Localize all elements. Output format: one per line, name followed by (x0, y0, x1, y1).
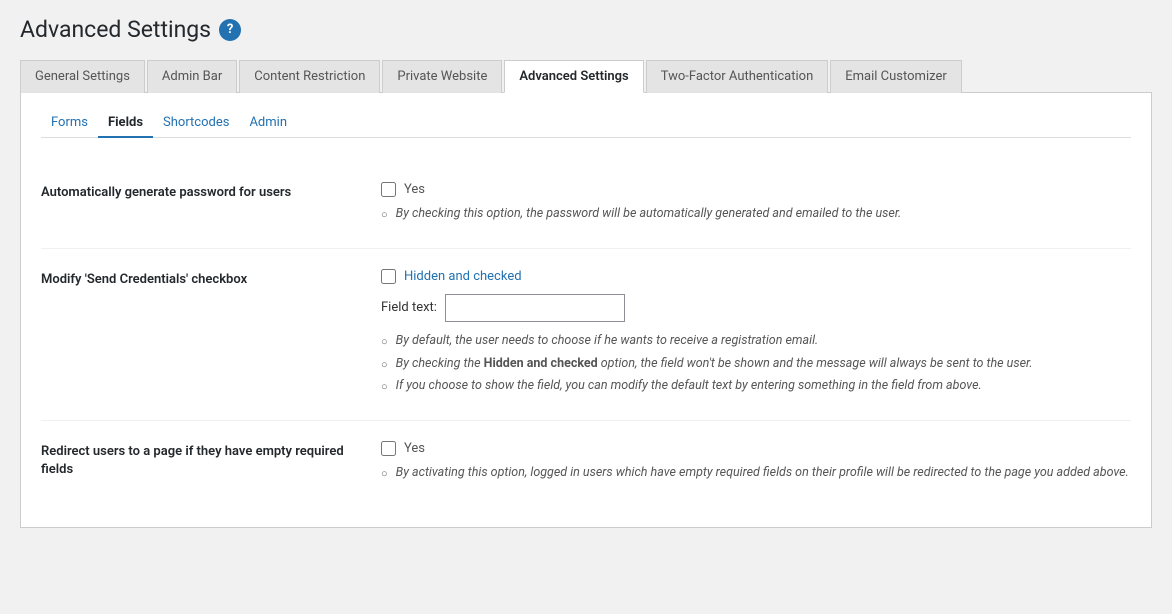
field-text-label-send-credentials: Field text: (381, 300, 437, 315)
checkbox-label-send-credentials: Hidden and checked (404, 269, 522, 284)
field-text-row-send-credentials: Field text: (381, 294, 1131, 322)
sub-tab-forms[interactable]: Forms (41, 109, 98, 138)
bullet-item: By checking this option, the password wi… (381, 205, 1131, 224)
checkbox-row-send-credentials: Hidden and checked (381, 269, 1131, 284)
field-text-input-send-credentials[interactable] (445, 294, 625, 322)
bullet-list-send-credentials: By default, the user needs to choose if … (381, 332, 1131, 396)
row-label-send-credentials: Modify 'Send Credentials' checkbox (41, 269, 361, 289)
top-tab-private-website[interactable]: Private Website (382, 60, 502, 93)
top-tab-admin-bar[interactable]: Admin Bar (147, 60, 237, 93)
bullet-list-auto-password: By checking this option, the password wi… (381, 205, 1131, 224)
row-content-auto-password: Yes By checking this option, the password… (381, 182, 1131, 228)
top-tab-general-settings[interactable]: General Settings (20, 60, 145, 93)
sub-tab-fields[interactable]: Fields (98, 109, 153, 138)
top-tab-content-restriction[interactable]: Content Restriction (239, 60, 380, 93)
checkbox-label-auto-password: Yes (404, 182, 425, 197)
sub-tabs: FormsFieldsShortcodesAdmin (41, 109, 1131, 138)
page-wrapper: Advanced Settings ? General SettingsAdmi… (0, 0, 1172, 614)
top-tab-email-customizer[interactable]: Email Customizer (830, 60, 962, 93)
content-area: FormsFieldsShortcodesAdmin Automatically… (20, 93, 1152, 528)
bullet-item: If you choose to show the field, you can… (381, 377, 1131, 396)
top-tab-advanced-settings[interactable]: Advanced Settings (504, 60, 643, 93)
help-icon[interactable]: ? (219, 19, 241, 41)
row-label-auto-password: Automatically generate password for user… (41, 182, 361, 202)
sub-tab-shortcodes[interactable]: Shortcodes (153, 109, 239, 138)
row-content-redirect-empty-fields: Yes By activating this option, logged in … (381, 441, 1131, 487)
page-title-row: Advanced Settings ? (20, 10, 1152, 43)
settings-row-send-credentials: Modify 'Send Credentials' checkbox Hidden… (41, 249, 1131, 421)
settings-row-auto-password: Automatically generate password for user… (41, 162, 1131, 249)
checkbox-label-redirect-empty-fields: Yes (404, 441, 425, 456)
checkbox-row-redirect-empty-fields: Yes (381, 441, 1131, 456)
checkbox-auto-password[interactable] (381, 182, 396, 197)
settings-sections: Automatically generate password for user… (41, 162, 1131, 507)
sub-tab-admin[interactable]: Admin (239, 109, 297, 138)
top-tab-two-factor-authentication[interactable]: Two-Factor Authentication (646, 60, 829, 93)
row-content-send-credentials: Hidden and checked Field text: By default,… (381, 269, 1131, 400)
bullet-item: By activating this option, logged in use… (381, 464, 1131, 483)
row-label-redirect-empty-fields: Redirect users to a page if they have em… (41, 441, 361, 479)
checkbox-redirect-empty-fields[interactable] (381, 441, 396, 456)
top-tabs: General SettingsAdmin BarContent Restric… (20, 59, 1152, 93)
bullet-item: By default, the user needs to choose if … (381, 332, 1131, 351)
page-title: Advanced Settings (20, 16, 211, 43)
checkbox-send-credentials[interactable] (381, 269, 396, 284)
bullet-list-redirect-empty-fields: By activating this option, logged in use… (381, 464, 1131, 483)
bullet-item: By checking the Hidden and checked optio… (381, 355, 1131, 374)
settings-row-redirect-empty-fields: Redirect users to a page if they have em… (41, 421, 1131, 507)
checkbox-row-auto-password: Yes (381, 182, 1131, 197)
